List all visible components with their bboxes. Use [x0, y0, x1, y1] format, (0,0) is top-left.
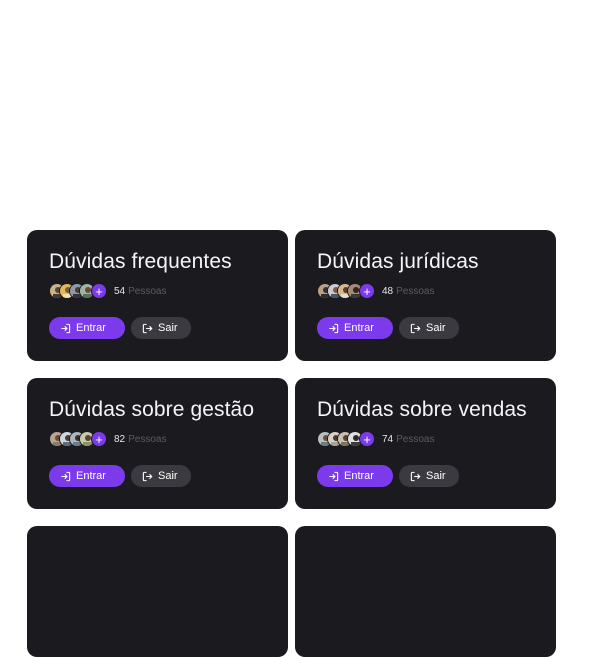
add-member-icon[interactable]: +	[91, 283, 107, 299]
exit-label: Sair	[426, 322, 446, 334]
login-icon	[61, 323, 71, 333]
member-count-label: Pessoas	[128, 433, 167, 445]
room-card: Dúvidas sobre vendas + 74 Pessoas Entrar…	[295, 378, 556, 509]
enter-button[interactable]: Entrar	[49, 465, 125, 487]
enter-label: Entrar	[344, 322, 374, 334]
add-member-icon[interactable]: +	[359, 283, 375, 299]
login-icon	[329, 323, 339, 333]
room-title: Dúvidas sobre vendas	[317, 398, 527, 421]
avatar-group: +	[317, 431, 375, 447]
enter-button[interactable]: Entrar	[317, 465, 393, 487]
enter-label: Entrar	[344, 470, 374, 482]
enter-label: Entrar	[76, 470, 106, 482]
room-members: + 74 Pessoas	[317, 430, 534, 448]
member-count: 82	[114, 433, 126, 445]
room-actions: Entrar Sair	[49, 317, 266, 339]
logout-icon	[142, 471, 153, 481]
logout-icon	[142, 323, 153, 333]
avatar-group: +	[49, 431, 107, 447]
room-card: Dúvidas frequentes + 54 Pessoas Entrar S…	[27, 230, 288, 361]
member-count: 74	[382, 433, 394, 445]
add-member-icon[interactable]: +	[91, 431, 107, 447]
exit-button[interactable]: Sair	[131, 465, 191, 487]
enter-label: Entrar	[76, 322, 106, 334]
member-count-label: Pessoas	[396, 285, 435, 297]
logout-icon	[410, 471, 421, 481]
exit-button[interactable]: Sair	[399, 465, 459, 487]
enter-button[interactable]: Entrar	[49, 317, 125, 339]
room-actions: Entrar Sair	[49, 465, 266, 487]
logout-icon	[410, 323, 421, 333]
exit-label: Sair	[426, 470, 446, 482]
room-title: Dúvidas sobre gestão	[49, 398, 255, 421]
member-count: 54	[114, 285, 126, 297]
room-card: Dúvidas sobre gestão + 82 Pessoas Entrar…	[27, 378, 288, 509]
room-title: Dúvidas jurídicas	[317, 250, 479, 273]
room-title: Dúvidas frequentes	[49, 250, 232, 273]
exit-label: Sair	[158, 470, 178, 482]
exit-label: Sair	[158, 322, 178, 334]
member-count: 48	[382, 285, 394, 297]
avatar-group: +	[317, 283, 375, 299]
member-count-label: Pessoas	[128, 285, 167, 297]
room-members: + 48 Pessoas	[317, 282, 534, 300]
avatar-group: +	[49, 283, 107, 299]
exit-button[interactable]: Sair	[131, 317, 191, 339]
rooms-grid: Dúvidas frequentes + 54 Pessoas Entrar S…	[27, 230, 557, 657]
login-icon	[61, 471, 71, 481]
room-actions: Entrar Sair	[317, 317, 534, 339]
room-actions: Entrar Sair	[317, 465, 534, 487]
member-count-label: Pessoas	[396, 433, 435, 445]
exit-button[interactable]: Sair	[399, 317, 459, 339]
enter-button[interactable]: Entrar	[317, 317, 393, 339]
login-icon	[329, 471, 339, 481]
room-members: + 54 Pessoas	[49, 282, 266, 300]
add-member-icon[interactable]: +	[359, 431, 375, 447]
room-card: Dúvidas jurídicas + 48 Pessoas Entrar Sa…	[295, 230, 556, 361]
room-members: + 82 Pessoas	[49, 430, 266, 448]
